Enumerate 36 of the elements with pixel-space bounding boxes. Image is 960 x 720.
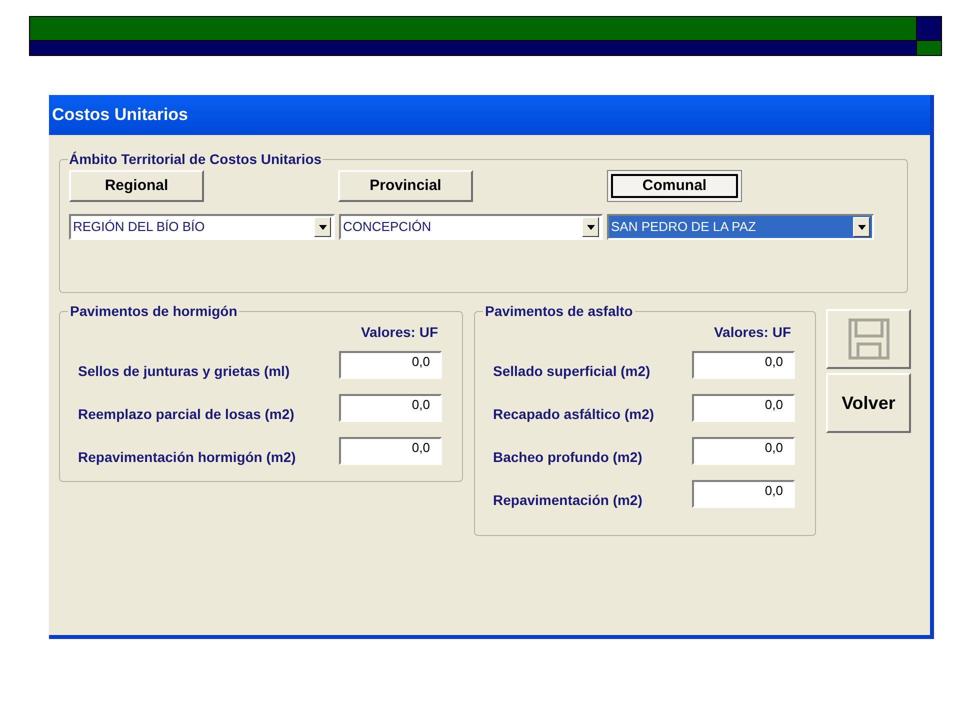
group-title: Pavimentos de hormigón <box>69 302 238 321</box>
scope-button[interactable]: Provincial <box>338 170 473 202</box>
dropdown[interactable]: CONCEPCIÓN <box>339 214 603 240</box>
field-label: Sellado superficial (m2) <box>493 362 652 381</box>
column-header: Valores: UF <box>714 323 791 342</box>
scope-button[interactable]: Comunal <box>607 170 742 202</box>
field-label: Repavimentación hormigón (m2) <box>78 448 297 467</box>
dropdown-value: SAN PEDRO DE LA PAZ <box>610 218 757 236</box>
scope-button[interactable]: Regional <box>69 170 204 202</box>
back-button[interactable]: Volver <box>826 373 911 433</box>
caret-icon <box>858 224 866 230</box>
field-label: Bacheo profundo (m2) <box>493 448 644 467</box>
value-field[interactable]: 0,0 <box>339 350 442 378</box>
value-field[interactable]: 0,0 <box>339 436 442 464</box>
dropdown-arrow-button[interactable] <box>582 217 599 237</box>
dropdown-arrow-button[interactable] <box>853 217 870 237</box>
value-field[interactable]: 0,0 <box>692 480 795 508</box>
dropdown-value: REGIÓN DEL BÍO BÍO <box>72 218 206 236</box>
value-field[interactable]: 0,0 <box>692 436 795 464</box>
field-label: Sellos de junturas y grietas (ml) <box>78 362 291 381</box>
field-label: Recapado asfáltico (m2) <box>493 405 656 424</box>
field-label: Repavimentación (m2) <box>493 491 644 510</box>
value-field[interactable]: 0,0 <box>692 394 795 422</box>
group-title: Pavimentos de asfalto <box>484 302 634 321</box>
dropdown-value: CONCEPCIÓN <box>342 218 432 236</box>
caret-icon <box>586 224 594 230</box>
caret-icon <box>318 224 326 230</box>
window-title: Costos Unitarios <box>52 104 188 126</box>
group-title: Ámbito Territorial de Costos Unitarios <box>68 150 323 169</box>
dropdown[interactable]: REGIÓN DEL BÍO BÍO <box>69 214 335 240</box>
field-label: Reemplazo parcial de losas (m2) <box>78 405 296 424</box>
value-field[interactable]: 0,0 <box>339 394 442 422</box>
dropdown-arrow-button[interactable] <box>314 217 331 237</box>
dropdown[interactable]: SAN PEDRO DE LA PAZ <box>607 214 874 240</box>
value-field[interactable]: 0,0 <box>692 350 795 378</box>
column-header: Valores: UF <box>360 323 438 342</box>
